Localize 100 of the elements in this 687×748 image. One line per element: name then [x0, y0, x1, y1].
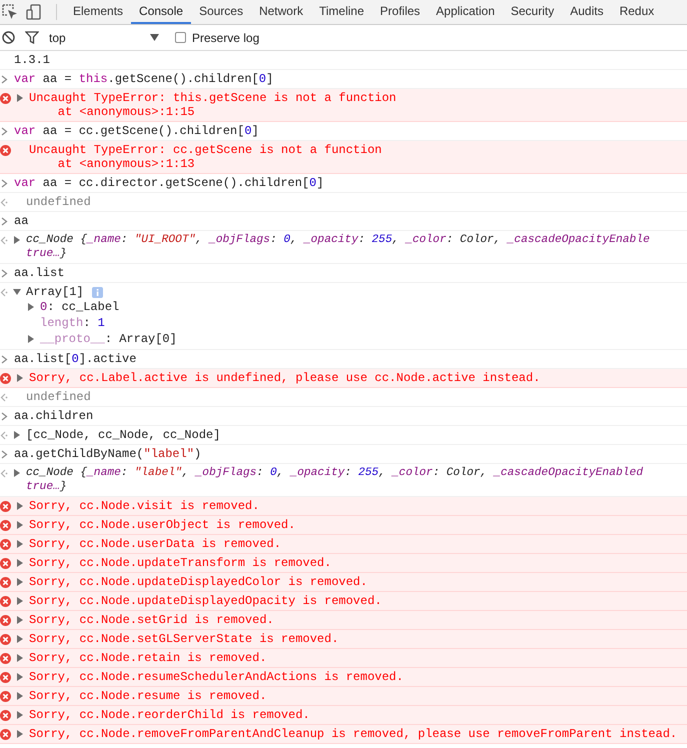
error-message: Sorry, cc.Node.updateDisplayedOpacity is removed. — [29, 594, 382, 608]
collapse-triangle-icon[interactable] — [13, 288, 21, 296]
error-message: Sorry, cc.Node.reorderChild is removed. — [29, 708, 310, 722]
expand-triangle-icon[interactable] — [16, 635, 24, 643]
code-text: [cc_Node, cc_Node, cc_Node] — [26, 428, 220, 442]
code-text: length: 1 — [40, 316, 105, 330]
expand-triangle-icon[interactable] — [16, 374, 24, 382]
error-message: Sorry, cc.Node.visit is removed. — [29, 499, 260, 513]
result-arrow-icon — [0, 393, 8, 402]
error-icon — [0, 729, 11, 740]
expand-triangle-icon[interactable] — [13, 469, 21, 477]
expand-triangle-icon[interactable] — [13, 236, 21, 244]
error-icon — [0, 615, 11, 626]
error-message: Sorry, cc.Node.userObject is removed. — [29, 518, 296, 532]
code-text: aa.getChildByName("label") — [14, 447, 202, 461]
result-arrow-icon — [0, 236, 8, 245]
error-icon — [0, 501, 11, 512]
preserve-log-checkbox[interactable] — [175, 32, 186, 43]
prompt-chevron-icon — [1, 268, 8, 278]
error-message: Sorry, cc.Node.retain is removed. — [29, 651, 267, 665]
panel-tab[interactable]: Sources — [191, 0, 252, 24]
code-text: 0: cc_Label — [40, 300, 120, 314]
prompt-chevron-icon — [1, 412, 8, 420]
expand-triangle-icon[interactable] — [16, 521, 24, 529]
panel-tab[interactable]: Network — [251, 0, 312, 24]
code-text: true…} — [26, 248, 67, 260]
error-icon — [0, 672, 11, 683]
error-message: Uncaught TypeError: this.getScene is not a function at <anonymous>:1:15 — [29, 91, 396, 119]
error-icon — [0, 558, 11, 569]
panel-tab[interactable]: Profiles — [372, 0, 428, 24]
preserve-log-label: Preserve log — [192, 30, 260, 46]
panel-tab[interactable]: Elements — [65, 0, 132, 24]
expand-triangle-icon[interactable] — [16, 673, 24, 681]
code-text: cc_Node {_name: "label", _objFlags: 0, _opacity: 255, _color: Color, _cascadeOpacityEnabled — [26, 466, 643, 480]
code-text: undefined — [26, 390, 91, 404]
prompt-chevron-icon — [1, 126, 8, 136]
error-message: Sorry, cc.Node.userData is removed. — [29, 537, 282, 551]
code-text: var aa = cc.getScene().children[0] — [14, 124, 259, 138]
prompt-chevron-icon — [1, 216, 8, 226]
code-text: aa — [14, 214, 28, 228]
expand-triangle-icon[interactable] — [16, 540, 24, 548]
clear-console-icon[interactable] — [2, 31, 15, 44]
dropdown-triangle-icon — [150, 34, 159, 41]
device-toggle-icon[interactable] — [26, 4, 42, 20]
error-message: Sorry, cc.Node.setGLServerState is removed. — [29, 632, 339, 646]
result-arrow-icon — [0, 469, 8, 478]
code-text: var aa = this.getScene().children[0] — [14, 72, 274, 86]
panel-tab[interactable]: Audits — [562, 0, 612, 24]
prompt-chevron-icon — [1, 450, 8, 458]
code-text: aa.list[0].active — [14, 352, 136, 366]
error-icon — [0, 539, 11, 550]
error-message: Uncaught TypeError: cc.getScene is not a function at <anonymous>:1:13 — [29, 143, 382, 171]
error-icon — [0, 520, 11, 531]
prompt-chevron-icon — [1, 354, 8, 364]
expand-triangle-icon[interactable] — [16, 730, 24, 738]
expand-triangle-icon[interactable] — [16, 711, 24, 719]
error-icon — [0, 653, 11, 664]
error-icon — [0, 596, 11, 607]
error-message: Sorry, cc.Node.setGrid is removed. — [29, 613, 274, 627]
error-icon — [0, 145, 11, 156]
filter-icon[interactable] — [25, 31, 39, 44]
expand-triangle-icon[interactable] — [27, 335, 35, 343]
code-text: __proto__: Array[0] — [40, 332, 177, 346]
panel-tab[interactable]: Security — [502, 0, 562, 24]
code-text: true…} — [26, 481, 67, 493]
panel-tab[interactable]: Application — [428, 0, 503, 24]
error-icon — [0, 577, 11, 588]
expand-triangle-icon[interactable] — [16, 616, 24, 624]
expand-triangle-icon[interactable] — [16, 502, 24, 510]
error-message: Sorry, cc.Node.updateDisplayedColor is removed. — [29, 575, 368, 589]
code-text: undefined — [26, 195, 91, 209]
expand-triangle-icon[interactable] — [16, 654, 24, 662]
panel-tab[interactable]: Timeline — [311, 0, 372, 24]
expand-triangle-icon[interactable] — [27, 303, 35, 311]
expand-triangle-icon[interactable] — [16, 559, 24, 567]
code-text: aa.children — [14, 409, 94, 423]
expand-triangle-icon[interactable] — [13, 431, 21, 439]
error-icon — [0, 710, 11, 721]
error-message: Sorry, cc.Node.resume is removed. — [29, 689, 267, 703]
expand-triangle-icon[interactable] — [16, 578, 24, 586]
result-arrow-icon — [0, 431, 8, 440]
error-message: Sorry, cc.Node.removeFromParentAndCleanup is removed, please use removeFromParent instead. — [29, 727, 678, 741]
info-icon — [92, 287, 103, 298]
prompt-chevron-icon — [1, 74, 8, 84]
expand-triangle-icon[interactable] — [16, 597, 24, 605]
error-icon — [0, 93, 11, 104]
prompt-chevron-icon — [1, 178, 8, 188]
expand-triangle-icon[interactable] — [16, 94, 24, 102]
context-selector[interactable]: top — [49, 28, 159, 46]
code-text: cc_Node {_name: "UI_ROOT", _objFlags: 0, _opacity: 255, _color: Color, _cascadeOpacityEnable — [26, 233, 650, 247]
error-message: Sorry, cc.Node.resumeSchedulerAndActions is removed. — [29, 670, 404, 684]
error-message: Sorry, cc.Label.active is undefined, please use cc.Node.active instead. — [29, 371, 540, 385]
panel-tab[interactable]: Redux — [611, 0, 662, 24]
result-arrow-icon — [0, 198, 8, 207]
inspect-element-icon[interactable] — [2, 4, 18, 20]
result-arrow-icon — [0, 288, 8, 297]
expand-triangle-icon[interactable] — [16, 692, 24, 700]
code-text: 1.3.1 — [14, 53, 50, 67]
error-icon — [0, 634, 11, 645]
error-icon — [0, 373, 11, 384]
